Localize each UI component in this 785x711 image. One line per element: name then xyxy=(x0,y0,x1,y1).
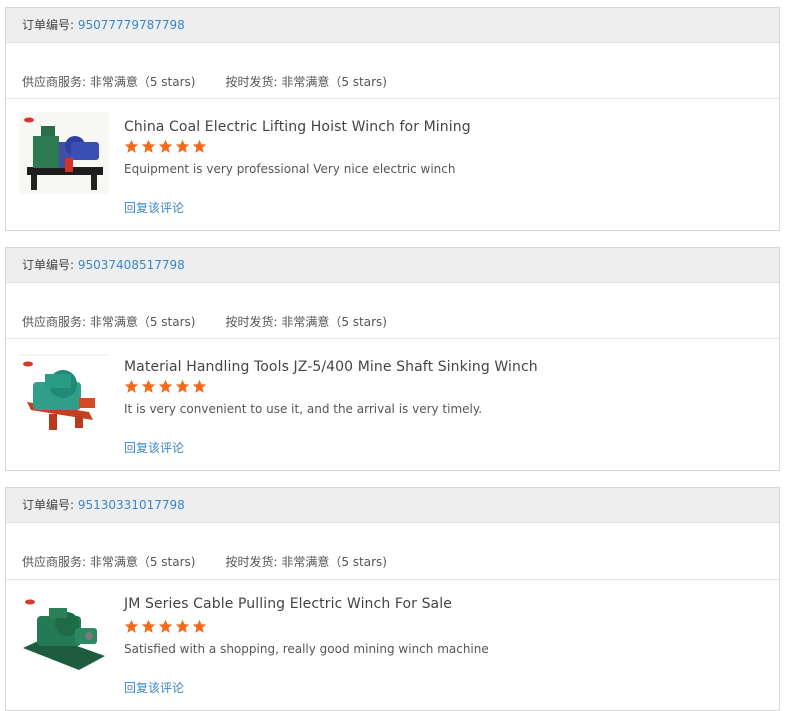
star-icon xyxy=(141,139,156,153)
star-icon xyxy=(175,619,190,633)
star-icon xyxy=(175,139,190,153)
order-header: 订单编号: 95037408517798 xyxy=(6,248,779,283)
star-icon xyxy=(124,139,139,153)
rating-summary: 供应商服务: 非常满意（5 stars) 按时发货: 非常满意（5 stars) xyxy=(22,553,387,570)
star-icon xyxy=(175,379,190,393)
star-icon xyxy=(141,379,156,393)
divider xyxy=(6,579,779,580)
product-thumbnail[interactable] xyxy=(19,354,109,436)
star-icon xyxy=(124,379,139,393)
star-icon xyxy=(141,619,156,633)
order-label: 订单编号: xyxy=(22,258,75,272)
order-header: 订单编号: 95077779787798 xyxy=(6,8,779,43)
order-card: 订单编号: 95077779787798 供应商服务: 非常满意（5 stars… xyxy=(5,7,780,231)
service-rating-text: 供应商服务: 非常满意（5 stars) xyxy=(22,555,196,569)
service-rating-text: 供应商服务: 非常满意（5 stars) xyxy=(22,75,196,89)
reply-review-link[interactable]: 回复该评论 xyxy=(124,439,184,456)
review-text: Equipment is very professional Very nice… xyxy=(124,162,456,176)
reply-review-link[interactable]: 回复该评论 xyxy=(124,679,184,696)
order-card: 订单编号: 95130331017798 供应商服务: 非常满意（5 stars… xyxy=(5,487,780,711)
order-header: 订单编号: 95130331017798 xyxy=(6,488,779,523)
order-label: 订单编号: xyxy=(22,498,75,512)
review-text: It is very convenient to use it, and the… xyxy=(124,402,483,416)
shipping-rating-text: 按时发货: 非常满意（5 stars) xyxy=(225,75,388,89)
product-title-link[interactable]: Material Handling Tools JZ-5/400 Mine Sh… xyxy=(124,359,538,375)
star-icon xyxy=(158,379,173,393)
order-label: 订单编号: xyxy=(22,18,75,32)
star-rating xyxy=(124,139,207,155)
product-thumbnail[interactable] xyxy=(19,594,109,676)
product-title-link[interactable]: China Coal Electric Lifting Hoist Winch … xyxy=(124,119,471,135)
star-icon xyxy=(124,619,139,633)
order-number-link[interactable]: 95130331017798 xyxy=(78,498,185,512)
star-rating xyxy=(124,379,207,395)
order-number-link[interactable]: 95077779787798 xyxy=(78,18,185,32)
star-icon xyxy=(192,379,207,393)
rating-summary: 供应商服务: 非常满意（5 stars) 按时发货: 非常满意（5 stars) xyxy=(22,313,387,330)
star-icon xyxy=(158,139,173,153)
rating-summary: 供应商服务: 非常满意（5 stars) 按时发货: 非常满意（5 stars) xyxy=(22,73,387,90)
star-rating xyxy=(124,619,207,635)
divider xyxy=(6,338,779,339)
shipping-rating-text: 按时发货: 非常满意（5 stars) xyxy=(225,555,388,569)
order-card: 订单编号: 95037408517798 供应商服务: 非常满意（5 stars… xyxy=(5,247,780,471)
star-icon xyxy=(192,139,207,153)
service-rating-text: 供应商服务: 非常满意（5 stars) xyxy=(22,315,196,329)
order-number-link[interactable]: 95037408517798 xyxy=(78,258,185,272)
star-icon xyxy=(192,619,207,633)
product-thumbnail[interactable] xyxy=(19,112,109,194)
product-title-link[interactable]: JM Series Cable Pulling Electric Winch F… xyxy=(124,596,452,612)
reply-review-link[interactable]: 回复该评论 xyxy=(124,199,184,216)
shipping-rating-text: 按时发货: 非常满意（5 stars) xyxy=(225,315,388,329)
review-text: Satisfied with a shopping, really good m… xyxy=(124,642,489,656)
divider xyxy=(6,98,779,99)
star-icon xyxy=(158,619,173,633)
